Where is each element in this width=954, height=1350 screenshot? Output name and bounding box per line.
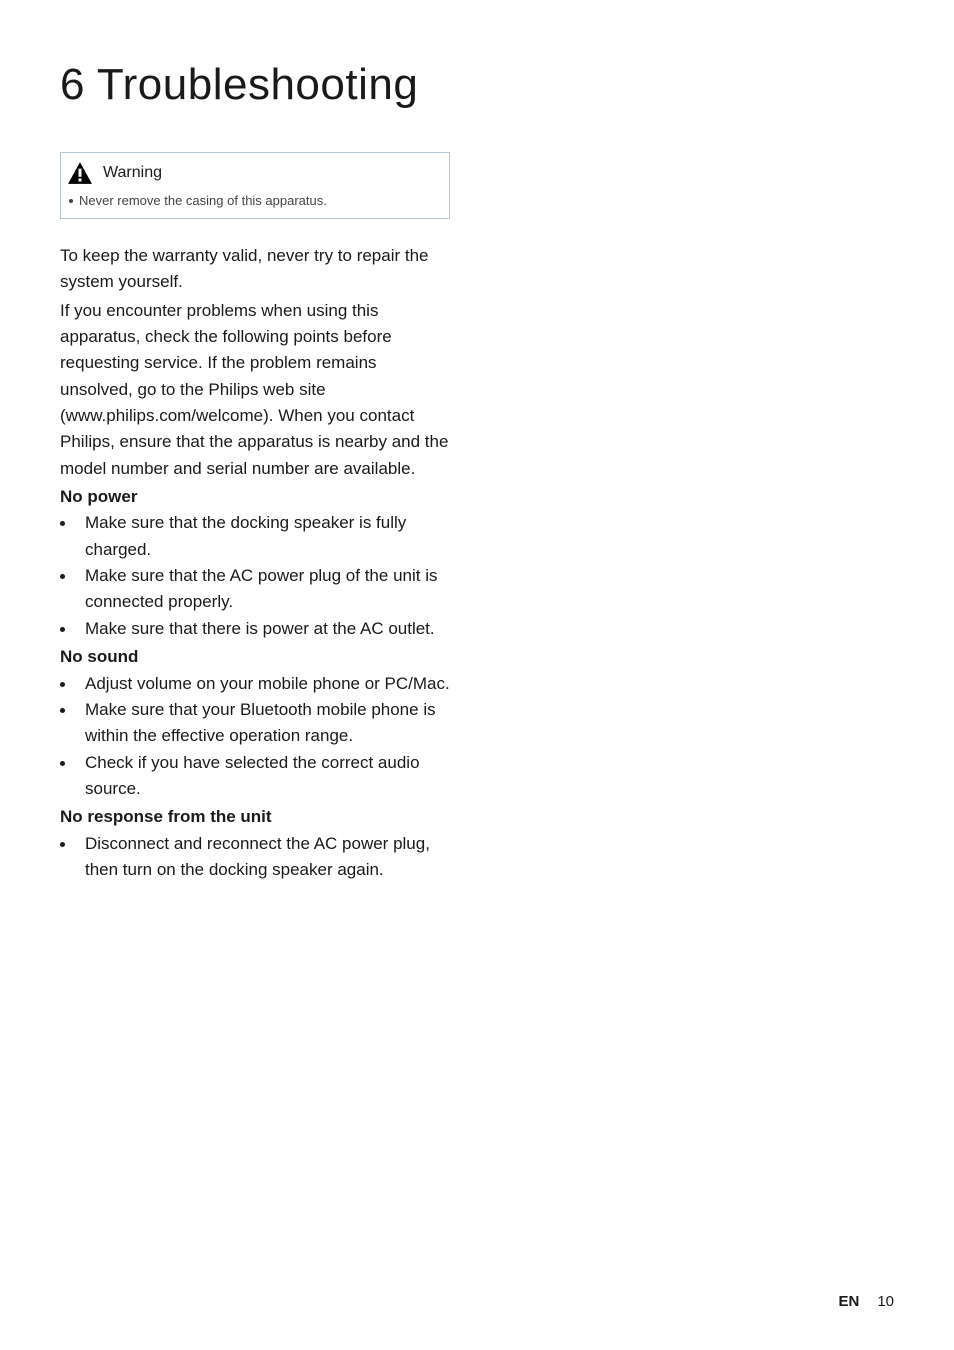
- warning-body: Never remove the casing of this apparatu…: [61, 189, 449, 218]
- warning-item: Never remove the casing of this apparatu…: [69, 193, 441, 208]
- list-item-text: Disconnect and reconnect the AC power pl…: [85, 831, 450, 884]
- bullet-icon: [60, 521, 65, 526]
- list-item-text: Make sure that the docking speaker is fu…: [85, 510, 450, 563]
- list-item-text: Check if you have selected the correct a…: [85, 750, 450, 803]
- section-heading-no-power: No power: [60, 484, 450, 510]
- bullet-icon: [60, 842, 65, 847]
- footer-language: EN: [838, 1293, 859, 1310]
- content-column: Warning Never remove the casing of this …: [60, 152, 450, 883]
- list-item: Check if you have selected the correct a…: [60, 750, 450, 803]
- bullet-icon: [60, 627, 65, 632]
- warning-item-text: Never remove the casing of this apparatu…: [79, 193, 327, 208]
- list-item-text: Make sure that there is power at the AC …: [85, 616, 450, 642]
- bullet-icon: [60, 682, 65, 687]
- chapter-heading: 6 Troubleshooting: [60, 60, 894, 110]
- list-item: Make sure that your Bluetooth mobile pho…: [60, 697, 450, 750]
- bullet-icon: [60, 761, 65, 766]
- intro-paragraph-2: If you encounter problems when using thi…: [60, 298, 450, 482]
- list-item: Make sure that the AC power plug of the …: [60, 563, 450, 616]
- bullet-icon: [69, 199, 73, 203]
- list-item: Make sure that there is power at the AC …: [60, 616, 450, 642]
- bullet-icon: [60, 574, 65, 579]
- list-no-sound: Adjust volume on your mobile phone or PC…: [60, 671, 450, 803]
- warning-box: Warning Never remove the casing of this …: [60, 152, 450, 219]
- list-item: Disconnect and reconnect the AC power pl…: [60, 831, 450, 884]
- warning-header: Warning: [61, 153, 449, 189]
- page-footer: EN 10: [838, 1293, 894, 1310]
- bullet-icon: [60, 708, 65, 713]
- intro-paragraph-1: To keep the warranty valid, never try to…: [60, 243, 450, 296]
- list-no-response: Disconnect and reconnect the AC power pl…: [60, 831, 450, 884]
- list-no-power: Make sure that the docking speaker is fu…: [60, 510, 450, 642]
- section-heading-no-response: No response from the unit: [60, 804, 450, 830]
- warning-triangle-icon: [67, 161, 93, 185]
- list-item-text: Make sure that the AC power plug of the …: [85, 563, 450, 616]
- section-heading-no-sound: No sound: [60, 644, 450, 670]
- list-item: Adjust volume on your mobile phone or PC…: [60, 671, 450, 697]
- list-item-text: Make sure that your Bluetooth mobile pho…: [85, 697, 450, 750]
- footer-page-number: 10: [877, 1293, 894, 1310]
- list-item-text: Adjust volume on your mobile phone or PC…: [85, 671, 450, 697]
- list-item: Make sure that the docking speaker is fu…: [60, 510, 450, 563]
- warning-title: Warning: [103, 164, 162, 182]
